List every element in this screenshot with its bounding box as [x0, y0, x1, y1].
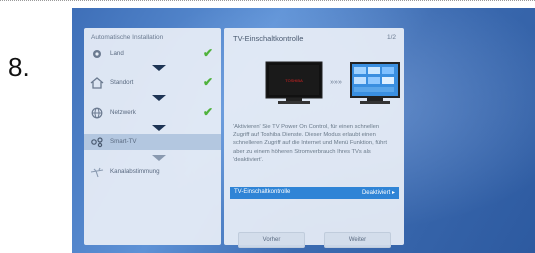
step-number: 8.: [8, 52, 30, 82]
check-icon: ✔: [202, 75, 213, 89]
tv-illustration: TOSHIBA »»»: [265, 61, 400, 104]
top-dotted-border: [0, 0, 535, 1]
settings-panel: TV-Einschaltkontrolle 1/2 TOSHIBA »»» 'A…: [224, 28, 404, 248]
arrow-down-icon: [152, 155, 166, 161]
arrows-icon: »»»: [330, 79, 342, 86]
step-standort[interactable]: Standort ✔: [84, 75, 221, 91]
arrow-down-icon: [152, 95, 166, 101]
gear-icon: [93, 50, 101, 58]
step-smart-tv[interactable]: Smart-TV: [84, 134, 221, 150]
step-netzwerk[interactable]: Netzwerk ✔: [84, 105, 221, 121]
step-land[interactable]: Land ✔: [84, 46, 221, 62]
tv-screen-photo: Automatische Installation Land ✔ Standor…: [72, 8, 535, 253]
step-kanalabstimmung[interactable]: Kanalabstimmung: [84, 164, 221, 180]
step-label: Netzwerk: [110, 109, 136, 116]
step-label: Standort: [110, 79, 134, 86]
tv-brand-text: TOSHIBA: [285, 78, 303, 83]
check-icon: ✔: [202, 46, 213, 60]
next-button[interactable]: Weiter: [324, 232, 391, 248]
step-label: Land: [110, 50, 124, 57]
page-indicator: 1/2: [386, 34, 396, 41]
step-label: Smart-TV: [110, 138, 137, 145]
setting-label: TV-Einschaltkontrolle: [234, 189, 291, 195]
setting-value: Deaktiviert ▸: [361, 190, 395, 196]
antenna-icon: [90, 167, 104, 178]
globe-icon: [91, 107, 103, 119]
panel-title: TV-Einschaltkontrolle: [233, 34, 304, 43]
description-text: 'Aktivieren' Sie TV Power On Control, fü…: [233, 124, 387, 163]
tv-power-control-setting[interactable]: TV-Einschaltkontrolle Deaktiviert ▸: [230, 187, 399, 199]
house-icon: [90, 77, 104, 89]
chevron-right-icon: ▸: [391, 190, 395, 196]
arrow-down-icon: [152, 65, 166, 71]
back-button[interactable]: Vorher: [238, 232, 305, 248]
installation-steps-panel: Automatische Installation Land ✔ Standor…: [84, 28, 221, 245]
panel-title: Automatische Installation: [91, 34, 164, 41]
step-label: Kanalabstimmung: [110, 168, 160, 175]
arrow-down-icon: [152, 125, 166, 131]
check-icon: ✔: [202, 105, 213, 119]
smart-tv-icon: [91, 137, 103, 148]
